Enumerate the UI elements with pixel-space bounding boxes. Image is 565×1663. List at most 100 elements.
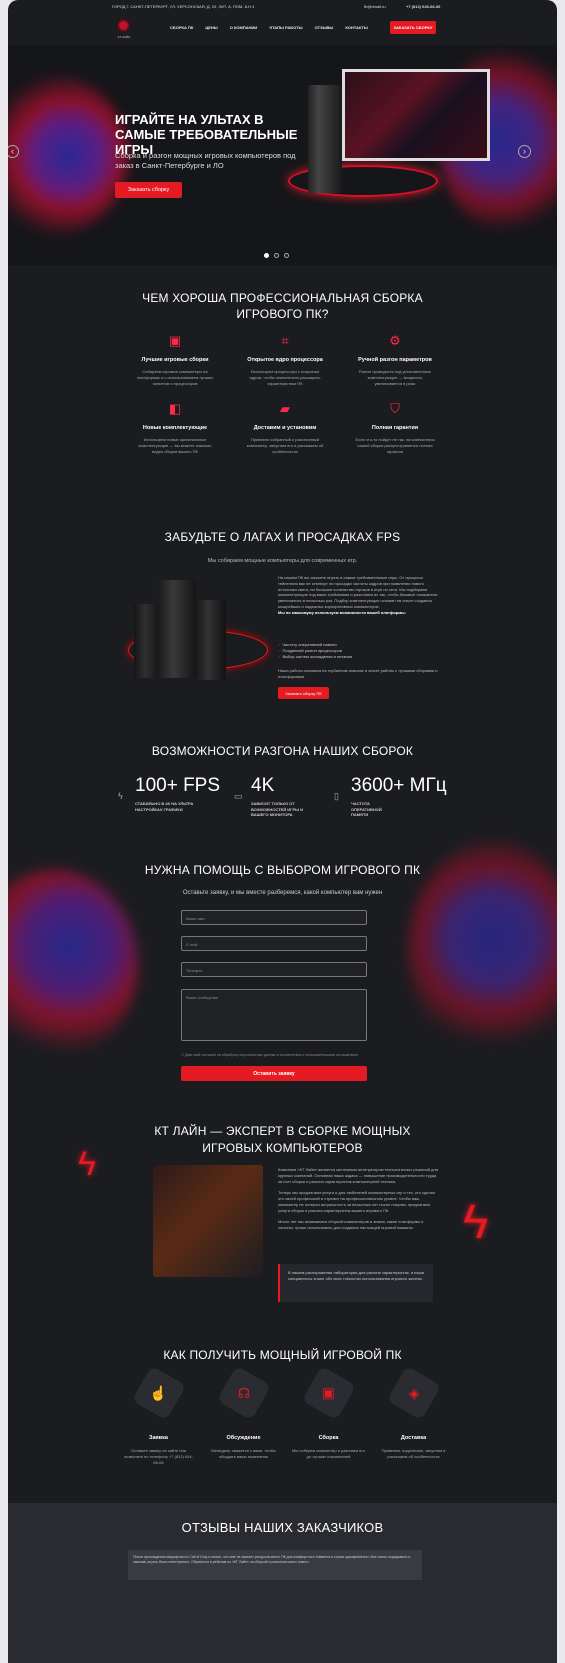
phone-link[interactable]: +7 (812) 646-66-06 (406, 4, 440, 9)
step-title: Заявка (149, 1435, 168, 1441)
phone-field[interactable]: Телефон (181, 962, 367, 977)
how-section-title: КАК ПОЛУЧИТЬ МОЩНЫЙ ИГРОВОЙ ПК (163, 1348, 402, 1362)
stat-resolution: ▭ 4K ЗАВИСИТ ТОЛЬКО ОТ ВОЗМОЖНОСТЕЙ ИГРЫ… (234, 775, 311, 818)
slider-dots (264, 253, 289, 258)
step-item: ▣ Сборка Мы соберем компьютер и разгоним е… (286, 1365, 371, 1465)
step-badge: ▣ (301, 1365, 356, 1421)
feature-item: ▰ Доставим и установим Привезем собранный … (230, 401, 340, 455)
feature-title: Новые комплектующие (142, 425, 208, 431)
stat-fps: ϟ 100+ FPS СТАБИЛЬНО В 4К НА УЛЬТРА НАСТ… (118, 775, 221, 812)
feature-text: Разгон проводится под установленные комп… (358, 369, 432, 386)
shield-icon: ⛉ (390, 401, 400, 416)
order-build-button[interactable]: ЗАКАЗАТЬ СБОРКУ (390, 21, 436, 34)
about-paragraph: Много лет мы занимаемся сборкой компьюте… (278, 1219, 424, 1230)
about-title-line1: КТ ЛАЙН — ЭКСПЕРТ В СБОРКЕ МОЩНЫХ (154, 1124, 411, 1138)
hero-slider: ИГРАЙТЕ НА УЛЬТАХ В САМЫЕ ТРЕБОВАТЕЛЬНЫЕ… (8, 45, 557, 265)
touch-icon: ☝ (149, 1384, 168, 1401)
logo-emblem (116, 18, 131, 33)
feature-item: ⛉ Полная гарантия Если что-то пойдет не та… (340, 401, 450, 455)
stat-value: 3600+ МГц (351, 775, 447, 796)
fps-checklist: Частоту оперативной памяти Поэдинный раз… (278, 642, 352, 660)
why-title-line1: ЧЕМ ХОРОША ПРОФЕССИОНАЛЬНАЯ СБОРКА (142, 291, 423, 305)
nav-item-about[interactable]: О КОМПАНИИ (230, 25, 258, 30)
consent-label: Даю своё согласие на обработку персональ… (185, 1053, 358, 1057)
step-text: Оставьте заявку на сайте или позвоните п… (124, 1448, 193, 1465)
feature-text: Собираем игровые компьютеры на платформа… (136, 369, 214, 386)
lightning-icon: ϟ (463, 1196, 489, 1249)
feature-title: Открытое ядро процессора (247, 357, 323, 363)
email-link[interactable]: fb@dmail.ru (364, 4, 386, 9)
slider-next-icon[interactable]: › (518, 145, 531, 158)
page: ГОРОД Г. САНКТ-ПЕТЕРБУРГ, УЛ. ХЕРСОНСКАЯ… (8, 0, 557, 1663)
name-field[interactable]: Ваше имя (181, 910, 367, 925)
step-badge: ☝ (131, 1365, 186, 1421)
memory-icon: ▯ (334, 791, 339, 801)
hero-order-button[interactable]: Заказать сборку (115, 182, 182, 198)
check-item: Выбор систем охлаждения и питания (278, 654, 352, 660)
nav-item-build[interactable]: СБОРКА ПК (170, 25, 193, 30)
help-section-title: НУЖНА ПОМОЩЬ С ВЫБОРОМ ИГРОВОГО ПК (144, 863, 421, 877)
submit-request-button[interactable]: Оставить заявку (181, 1066, 367, 1081)
stat-label: СТАБИЛЬНО В 4К НА УЛЬТРА НАСТРОЙКАХ ГРАФ… (135, 801, 194, 812)
why-section-title: ЧЕМ ХОРОША ПРОФЕССИОНАЛЬНАЯ СБОРКА ИГРОВ… (8, 290, 557, 322)
cpu-icon: ▣ (168, 333, 182, 348)
fps-description: На нашем ПК вы сможете играть в самые тр… (278, 575, 438, 616)
step-text: Менеджер свяжется с вами, чтобы обсудить… (211, 1448, 276, 1459)
logo[interactable]: КТ ЛАЙН (113, 18, 133, 42)
feature-text: Используем процессоры с открытым ядром, … (249, 369, 321, 386)
step-item: ◈ Доставка Привезем, подключим, запустим и… (371, 1365, 456, 1465)
settings-icon: ⚙ (389, 333, 401, 348)
step-badge: ☊ (216, 1365, 271, 1421)
fps-paragraph-2: Наша работа основана на глубинном анализ… (278, 668, 438, 679)
feature-text: Привезем собранный и разогнанный компьют… (246, 437, 324, 454)
step-text: Привезем, подключим, запустим и расскаже… (381, 1448, 446, 1459)
overclock-section-title: ВОЗМОЖНОСТИ РАЗГОНА НАШИХ СБОРОК (151, 744, 414, 758)
slider-dot[interactable] (284, 253, 289, 258)
feature-title: Ручной разгон параметров (358, 357, 432, 363)
logo-text: КТ ЛАЙН (117, 35, 131, 39)
fps-section-title: ЗАБУДЬТЕ О ЛАГАХ И ПРОСАДКАХ FPS (164, 530, 401, 544)
gaming-setup-image (153, 1165, 263, 1277)
fps-paragraph: На нашем ПК вы сможете играть в самые тр… (278, 575, 438, 609)
truck-icon: ▰ (280, 401, 290, 416)
help-subtitle: Оставьте заявку, и мы вместе разберемся,… (182, 890, 383, 896)
consent-checkbox[interactable]: ☐ Даю своё согласие на обработку персона… (181, 1053, 358, 1057)
step-title: Доставка (400, 1435, 427, 1441)
headset-icon: ☊ (237, 1384, 250, 1401)
email-field[interactable]: E-mail (181, 936, 367, 951)
lightning-icon: ϟ (118, 791, 123, 801)
slider-dot[interactable] (264, 253, 269, 258)
features-grid: ▣ Лучшие игровые сборки Собираем игровые к… (120, 333, 450, 455)
nav-item-contacts[interactable]: КОНТАКТЫ (345, 25, 367, 30)
main-navigation: КТ ЛАЙН СБОРКА ПК ЦЕНЫ О КОМПАНИИ ЭТАПЫ … (8, 14, 557, 44)
pc-tower-image (158, 580, 196, 678)
order-pc-build-button[interactable]: Заказать сборку ПК (278, 687, 329, 699)
message-field[interactable]: Ваше сообщение (181, 989, 367, 1041)
about-title-line2: ИГРОВЫХ КОМПЬЮТЕРОВ (202, 1141, 363, 1155)
nav-menu: СБОРКА ПК ЦЕНЫ О КОМПАНИИ ЭТАПЫ РАБОТЫ О… (170, 25, 368, 30)
form-wave-left (8, 870, 138, 1060)
why-title-line2: ИГРОВОГО ПК? (236, 307, 329, 321)
hero-subtitle: Сборка и разгон мощных игровых компьютер… (115, 151, 296, 170)
feature-item: ⌗ Открытое ядро процессора Используем проц… (230, 333, 340, 387)
nav-item-reviews[interactable]: ОТЗЫВЫ (315, 25, 334, 30)
step-title: Обсуждение (226, 1435, 261, 1441)
feature-title: Полная гарантия (371, 425, 419, 431)
about-quote: В нашем распоряжении лаборатория для раз… (278, 1264, 433, 1302)
review-card: После прохождения марафона по Call of Du… (128, 1550, 422, 1580)
slider-dot[interactable] (274, 253, 279, 258)
nav-item-prices[interactable]: ЦЕНЫ (205, 25, 217, 30)
steps-list: ☝ Заявка Оставьте заявку на сайте или позв… (116, 1365, 456, 1465)
about-paragraph: Теперь мы предлагаем услуги и для любите… (278, 1190, 436, 1213)
stat-value: 4K (251, 775, 275, 796)
reviews-section: ОТЗЫВЫ НАШИХ ЗАКАЗЧИКОВ После прохождени… (8, 1503, 557, 1663)
feature-item: ◧ Новые комплектующие Используем новые ори… (120, 401, 230, 455)
address: ГОРОД Г. САНКТ-ПЕТЕРБУРГ, УЛ. ХЕРСОНСКАЯ… (112, 3, 255, 9)
reviews-title: ОТЗЫВЫ НАШИХ ЗАКАЗЧИКОВ (181, 1520, 384, 1535)
box-icon: ◈ (408, 1384, 419, 1401)
step-item: ☊ Обсуждение Менеджер свяжется с вами, что… (201, 1365, 286, 1465)
stat-value: 100+ FPS (135, 775, 221, 796)
monitor-icon: ▭ (234, 791, 243, 801)
nav-item-stages[interactable]: ЭТАПЫ РАБОТЫ (269, 25, 302, 30)
computer-icon: ▣ (321, 1384, 336, 1401)
